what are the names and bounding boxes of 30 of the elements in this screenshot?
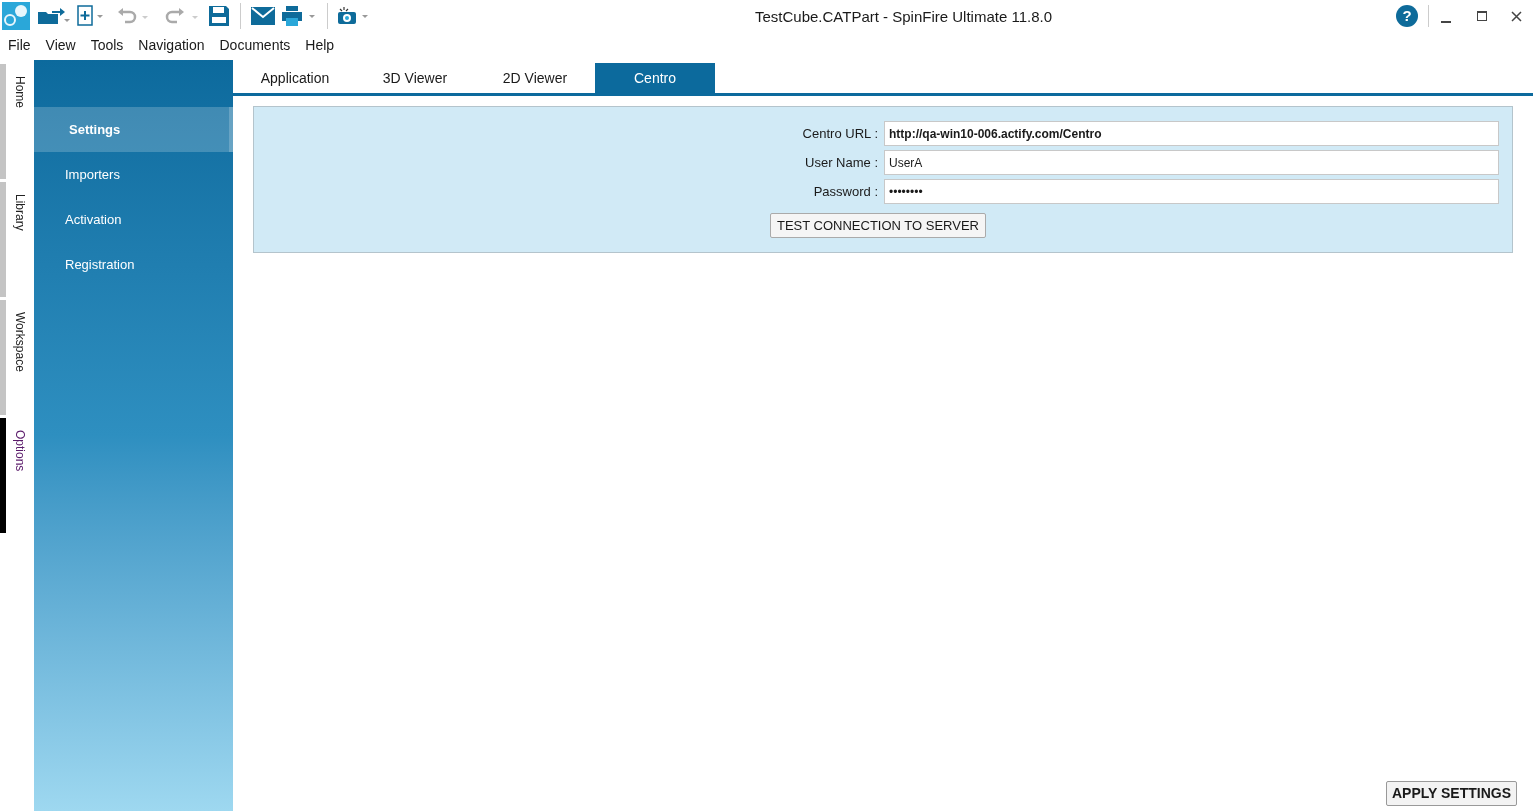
- menu-item[interactable]: Help: [305, 34, 335, 56]
- help-icon[interactable]: ?: [1396, 5, 1418, 27]
- test-connection-button[interactable]: TEST CONNECTION TO SERVER: [769, 213, 986, 238]
- input-field[interactable]: ••••••••: [884, 179, 1499, 204]
- menu-item[interactable]: Navigation: [138, 34, 205, 56]
- menu-item[interactable]: File: [8, 34, 31, 56]
- close-icon[interactable]: [1511, 10, 1522, 22]
- sidebar-item[interactable]: Registration: [34, 242, 233, 287]
- folder-icon[interactable]: [36, 6, 70, 26]
- window-title: TestCube.CATPart - SpinFire Ultimate 11.8.0: [755, 7, 1053, 27]
- field-label: Centro URL :: [802, 124, 878, 143]
- tab[interactable]: Centro: [595, 63, 715, 93]
- menu-item[interactable]: Tools: [90, 34, 124, 56]
- sidebar-item[interactable]: Importers: [34, 152, 233, 197]
- sidebar-item[interactable]: Activation: [34, 197, 233, 242]
- tab[interactable]: Application: [235, 63, 355, 93]
- tab[interactable]: 2D Viewer: [475, 63, 595, 93]
- input-field[interactable]: UserA: [884, 150, 1499, 175]
- field-label: User Name :: [805, 153, 878, 172]
- apply-settings-button[interactable]: APPLY SETTINGS: [1385, 781, 1517, 806]
- maximize-icon[interactable]: [1477, 11, 1487, 21]
- menu-item[interactable]: Documents: [219, 34, 291, 56]
- mail-icon[interactable]: [251, 7, 275, 25]
- sidebar-item[interactable]: Settings: [34, 107, 233, 152]
- save-icon[interactable]: [208, 5, 230, 27]
- menu-item[interactable]: View: [45, 34, 76, 56]
- field-label: Password :: [813, 182, 878, 201]
- input-field[interactable]: http://qa-win10-006.actify.com/Centro: [884, 121, 1499, 146]
- tab[interactable]: 3D Viewer: [355, 63, 475, 93]
- app-logo-icon: [2, 2, 30, 30]
